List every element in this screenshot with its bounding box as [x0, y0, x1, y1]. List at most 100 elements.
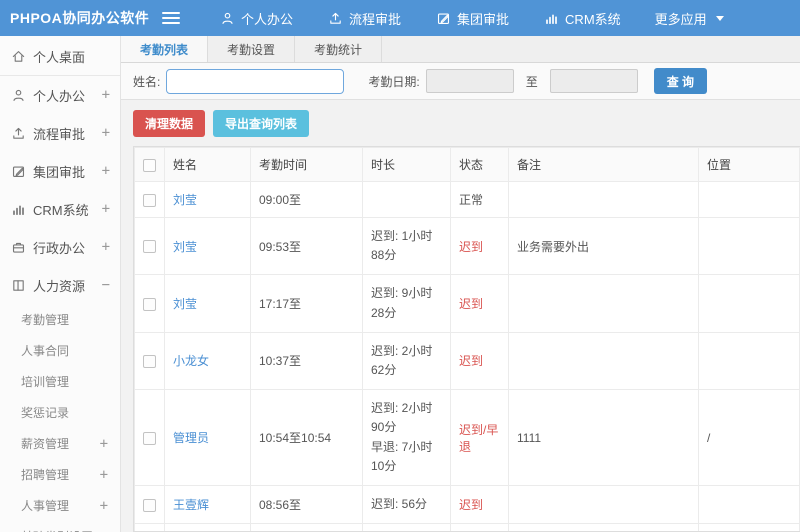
topbar-nav-item[interactable]: 个人办公	[202, 0, 310, 36]
sidebar-item-label: CRM系统	[33, 202, 89, 218]
sidebar-item[interactable]: 行政办公 +	[0, 228, 120, 266]
sidebar-sublist: 考勤管理人事合同培训管理奖惩记录薪资管理 + 招聘管理 + 人事管理 + 基础类别设置 +	[0, 304, 120, 532]
employee-name-link[interactable]: 刘莹	[173, 297, 197, 311]
employee-name-link[interactable]: 小龙女	[173, 354, 209, 368]
row-checkbox[interactable]	[143, 297, 156, 311]
sidebar-item[interactable]: 流程审批 +	[0, 114, 120, 152]
sidebar-subitem[interactable]: 人事合同	[0, 335, 120, 366]
sidebar-subitem[interactable]: 奖惩记录	[0, 397, 120, 428]
attendance-table: 姓名 考勤时间 时长 状态 备注 位置 刘莹 09:00至 正常 刘莹 09:53至 迟到: 1小时…	[134, 147, 800, 531]
table-row: 刘莹 17:17至 迟到: 9小时28分 迟到	[134, 274, 800, 333]
expand-toggle-icon[interactable]: +	[100, 529, 108, 532]
sidebar-item-label: 个人桌面	[33, 50, 86, 65]
duration-cell: 迟到: 5小时33分 早退: 4小时67分	[362, 523, 451, 531]
chart-icon	[10, 201, 26, 217]
select-all-checkbox[interactable]	[143, 158, 156, 172]
column-header: 考勤时间	[250, 147, 363, 182]
topbar-nav-label: 个人办公	[241, 11, 294, 27]
topbar-nav: 个人办公 流程审批 集团审批 CRM系统 更多应用	[202, 0, 741, 36]
expand-toggle-icon[interactable]: +	[102, 125, 110, 141]
app-logo: PHPOA协同办公软件	[10, 10, 150, 26]
expand-toggle-icon[interactable]: +	[102, 201, 110, 217]
expand-toggle-icon[interactable]: +	[100, 436, 108, 452]
column-header: 状态	[450, 147, 509, 182]
topbar: PHPOA协同办公软件 个人办公 流程审批 集团审批 CRM系统 更多应用	[0, 0, 800, 36]
sidebar-subitem[interactable]: 薪资管理 +	[0, 428, 120, 459]
employee-name-link[interactable]: 王壹辉	[173, 498, 209, 512]
tab-active[interactable]: 考勤列表	[121, 36, 209, 62]
status-cell: 正常	[450, 181, 509, 218]
checkbox-cell	[134, 274, 165, 333]
expand-toggle-icon[interactable]: −	[102, 277, 110, 293]
row-checkbox[interactable]	[143, 355, 156, 369]
sidebar-item[interactable]: 人力资源 −	[0, 266, 120, 304]
employee-name-link[interactable]: 刘莹	[173, 240, 197, 254]
sidebar-subitem-label: 培训管理	[21, 375, 70, 389]
location-cell	[698, 181, 800, 218]
topbar-nav-label: CRM系统	[565, 11, 621, 27]
row-checkbox[interactable]	[143, 240, 156, 254]
sidebar-subitem[interactable]: 招聘管理 +	[0, 459, 120, 490]
sidebar-subitem[interactable]: 基础类别设置 +	[0, 521, 120, 532]
tab-inactive[interactable]: 考勤统计	[295, 36, 383, 62]
sidebar-subitem[interactable]: 人事管理 +	[0, 490, 120, 521]
tabstrip: 考勤列表 考勤设置 考勤统计	[121, 36, 800, 63]
book-icon	[10, 277, 26, 293]
expand-toggle-icon[interactable]: +	[102, 239, 110, 255]
expand-toggle-icon[interactable]: +	[102, 87, 110, 103]
sidebar-item[interactable]: 个人办公 +	[0, 76, 120, 114]
topbar-nav-label: 更多应用	[654, 11, 707, 27]
sidebar-item[interactable]: 个人桌面	[0, 38, 120, 76]
location-cell: /	[698, 523, 800, 531]
row-checkbox[interactable]	[143, 193, 156, 207]
action-buttons: 清理数据 导出查询列表	[121, 100, 800, 146]
duration-cell: 迟到: 2小时90分 早退: 7小时10分	[362, 389, 451, 486]
sidebar-item-label: 集团审批	[33, 164, 86, 180]
location-cell	[698, 331, 800, 391]
sidebar-subitem-label: 招聘管理	[21, 468, 70, 482]
location-cell	[698, 484, 800, 525]
topbar-nav-item[interactable]: CRM系统	[526, 0, 638, 36]
status-cell: 迟到/早退	[450, 523, 509, 531]
tab-inactive[interactable]: 考勤设置	[208, 36, 296, 62]
row-checkbox[interactable]	[143, 498, 156, 512]
clear-data-button[interactable]: 清理数据	[133, 110, 206, 137]
expand-toggle-icon[interactable]: +	[100, 467, 108, 483]
chevron-down-icon	[715, 15, 724, 21]
menu-icon[interactable]	[162, 12, 180, 24]
name-input[interactable]	[166, 68, 345, 94]
table-row: 小龙女 10:37至 迟到: 2小时62分 迟到	[134, 331, 800, 391]
time-cell: 08:56至	[250, 484, 363, 525]
sidebar-item[interactable]: 集团审批 +	[0, 152, 120, 190]
time-cell: 10:37至	[250, 331, 363, 391]
briefcase-icon	[10, 239, 26, 255]
expand-toggle-icon[interactable]: +	[102, 163, 110, 179]
date-to-input[interactable]	[549, 69, 638, 93]
date-from-input[interactable]	[425, 69, 514, 93]
sidebar-subitem[interactable]: 考勤管理	[0, 304, 120, 335]
topbar-nav-label: 集团审批	[457, 11, 510, 27]
search-button[interactable]: 查 询	[653, 68, 708, 94]
row-checkbox[interactable]	[143, 431, 156, 445]
duration-cell: 迟到: 2小时62分	[362, 331, 451, 391]
checkbox-cell	[134, 523, 165, 531]
column-header: 位置	[698, 147, 800, 182]
sidebar-subitem-label: 人事合同	[21, 344, 70, 358]
export-list-button[interactable]: 导出查询列表	[213, 110, 310, 137]
edit-icon	[435, 10, 451, 26]
topbar-nav-item[interactable]: 集团审批	[418, 0, 526, 36]
sidebar-subitem[interactable]: 培训管理	[0, 366, 120, 397]
topbar-nav-item[interactable]: 更多应用	[638, 0, 741, 36]
note-cell	[508, 331, 699, 391]
employee-name-link[interactable]: 刘莹	[173, 193, 197, 207]
person-icon	[10, 87, 26, 103]
expand-toggle-icon[interactable]: +	[100, 498, 108, 514]
main-content: 考勤列表 考勤设置 考勤统计 姓名: 考勤日期: 至 查 询 清理数据 导出查询列表…	[121, 36, 800, 532]
table-row: 管理员 10:54至10:54 迟到: 2小时90分 早退: 7小时10分 迟到/早退…	[134, 389, 800, 486]
name-cell: 王壹辉	[164, 484, 251, 525]
topbar-nav-label: 流程审批	[349, 11, 402, 27]
sidebar-item[interactable]: CRM系统 +	[0, 190, 120, 228]
topbar-nav-item[interactable]: 流程审批	[310, 0, 418, 36]
employee-name-link[interactable]: 管理员	[173, 431, 209, 445]
location-cell	[698, 216, 800, 276]
